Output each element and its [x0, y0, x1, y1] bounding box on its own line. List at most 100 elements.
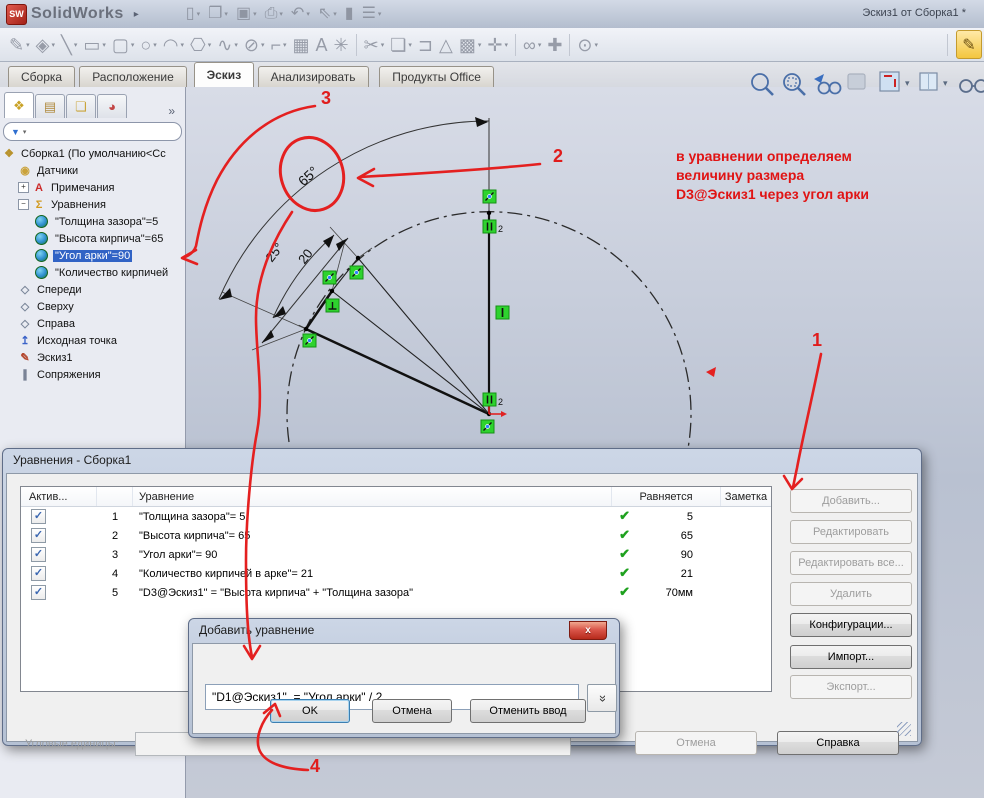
perpendicular-constraint-icon[interactable] [326, 299, 339, 312]
active-checkbox[interactable]: ✓ [31, 528, 46, 543]
tree-item[interactable]: ↥Исходная точка [0, 332, 185, 349]
save-icon[interactable]: ▣▾ [233, 4, 260, 24]
chevron-expand-button[interactable]: « [587, 684, 617, 712]
table-row[interactable]: ✓4"Количество кирпичей в арке"= 21✔21 [21, 564, 771, 583]
resize-grip[interactable] [897, 722, 911, 736]
chevron-down-icon[interactable]: ▾ [478, 41, 482, 49]
sketch-tool-icon[interactable]: ✎▾ [6, 34, 33, 56]
column-header-note[interactable]: Заметка [721, 487, 771, 506]
chevron-down-icon[interactable]: ▾ [234, 41, 238, 49]
hide-show-items-icon[interactable] [960, 80, 984, 92]
equation-cell[interactable]: "Высота кирпича"= 65✔ [133, 530, 612, 542]
eraser-icon[interactable]: ▮ [342, 4, 357, 24]
tree-item[interactable]: "Количество кирпичей [0, 264, 185, 281]
table-row[interactable]: ✓5"D3@Эскиз1" = "Высота кирпича" + "Толщ… [21, 583, 771, 602]
brick-upper-radius[interactable] [358, 258, 489, 414]
collapse-minus-icon[interactable]: − [18, 199, 29, 210]
text-tool-icon[interactable]: A [313, 34, 331, 56]
column-header-result[interactable]: Равняется [612, 487, 721, 506]
options-icon[interactable]: ☰▾ [359, 4, 385, 24]
tab-Сборка[interactable]: Сборка [8, 66, 75, 87]
convert-entities-icon[interactable]: ❏▾ [387, 34, 415, 56]
display-relations-icon[interactable]: ∞▾ [520, 34, 544, 56]
equations-dialog-titlebar[interactable]: Уравнения - Сборка1 [3, 449, 921, 471]
chevron-down-icon[interactable]: ▾ [333, 10, 337, 18]
print-icon[interactable]: ⎙▾ [262, 4, 286, 24]
tree-item[interactable]: ✎Эскиз1 [0, 349, 185, 366]
delete-button[interactable]: Удалить [790, 582, 912, 606]
equation-cell[interactable]: "D3@Эскиз1" = "Высота кирпича" + "Толщин… [133, 587, 612, 599]
spline-tool-icon[interactable]: ∿▾ [214, 34, 241, 56]
active-sketch-icon[interactable]: ✎ [956, 30, 982, 59]
chevron-down-icon[interactable]: ▾ [26, 41, 30, 49]
panel-expand-icon[interactable]: » [168, 104, 175, 118]
modal-cancel-button[interactable]: Отмена [372, 699, 452, 723]
display-style-icon[interactable] [920, 73, 937, 90]
note-balloon-icon[interactable]: △ [436, 34, 456, 56]
chevron-down-icon[interactable]: ▾ [381, 41, 385, 49]
slot-tool-icon[interactable]: ▢▾ [109, 34, 138, 56]
sketch-points[interactable] [304, 211, 491, 416]
tree-filter-input[interactable]: ▼ ▾ [3, 122, 182, 141]
chevron-down-icon[interactable]: ▾ [181, 41, 185, 49]
ok-button[interactable]: OK [270, 699, 350, 723]
new-document-icon[interactable]: ▯▾ [183, 4, 203, 24]
smart-dimension-icon[interactable]: ◈▾ [33, 34, 58, 56]
chevron-down-icon[interactable]: ▾ [51, 41, 55, 49]
equation-cell[interactable]: "Угол арки"= 90✔ [133, 549, 612, 561]
close-icon[interactable]: x [569, 621, 607, 640]
arc-tool-icon[interactable]: ◠▾ [160, 34, 187, 56]
chevron-down-icon[interactable]: ▾ [283, 41, 287, 49]
tree-item[interactable]: ∥Сопряжения [0, 366, 185, 383]
menu-arrow-icon[interactable]: ▸ [134, 9, 139, 20]
tree-item[interactable]: +AПримечания [0, 179, 185, 196]
chevron-down-icon[interactable]: ▾ [153, 41, 157, 49]
offset-entities-icon[interactable]: ⊐ [415, 34, 436, 56]
chevron-down-icon[interactable]: ▾ [943, 78, 948, 88]
column-header-index[interactable] [97, 487, 133, 506]
move-entities-icon[interactable]: ✛▾ [484, 34, 511, 56]
chevron-down-icon[interactable]: ▾ [504, 41, 508, 49]
equation-cell[interactable]: "Количество кирпичей в арке"= 21✔ [133, 568, 612, 580]
repair-sketch-icon[interactable]: ✚ [544, 34, 565, 56]
circle-tool-icon[interactable]: ○▾ [137, 34, 159, 56]
chevron-down-icon[interactable]: ▾ [279, 10, 283, 18]
configurations-button[interactable]: Конфигурации... [790, 613, 912, 637]
tree-item[interactable]: ◇Справа [0, 315, 185, 332]
chevron-down-icon[interactable]: ▾ [131, 41, 135, 49]
linear-pattern-icon[interactable]: ▩▾ [456, 34, 485, 56]
column-header-active[interactable]: Актив... [21, 487, 97, 506]
chevron-down-icon[interactable]: ▾ [595, 41, 599, 49]
chevron-down-icon[interactable]: ▾ [408, 41, 412, 49]
active-checkbox[interactable]: ✓ [31, 509, 46, 524]
filter-funnel-icon[interactable]: ▼ [11, 127, 20, 137]
chevron-down-icon[interactable]: ▾ [538, 41, 542, 49]
trim-entities-icon[interactable]: ✂▾ [361, 34, 388, 56]
export-button[interactable]: Экспорт... [790, 675, 912, 699]
polygon-tool-icon[interactable]: ⎔▾ [187, 34, 214, 56]
table-row[interactable]: ✓2"Высота кирпича"= 65✔65 [21, 526, 771, 545]
chevron-down-icon[interactable]: ▾ [74, 41, 78, 49]
point-tool-icon[interactable]: ✳ [331, 34, 352, 56]
line-tool-icon[interactable]: ╲▾ [58, 34, 80, 56]
tab-Эскиз[interactable]: Эскиз [194, 62, 255, 87]
zoom-area-icon[interactable] [784, 74, 805, 95]
chevron-down-icon[interactable]: ▾ [905, 78, 910, 88]
tree-item[interactable]: "Высота кирпича"=65 [0, 230, 185, 247]
featuremanager-tab[interactable]: ❖ [4, 92, 34, 118]
active-checkbox[interactable]: ✓ [31, 547, 46, 562]
column-header-equation[interactable]: Уравнение [133, 487, 612, 506]
chevron-down-icon[interactable]: ▾ [224, 10, 228, 18]
tree-item[interactable]: ◇Сверху [0, 298, 185, 315]
tree-item[interactable]: ◇Спереди [0, 281, 185, 298]
previous-view-icon[interactable] [814, 74, 841, 94]
tree-item[interactable]: ❖Сборка1 (По умолчанию<Сс [0, 145, 185, 162]
instant2d-icon[interactable]: ⊙▾ [574, 34, 601, 56]
chevron-down-icon[interactable]: ▾ [208, 41, 212, 49]
edit-all-button[interactable]: Редактировать все... [790, 551, 912, 575]
tree-item[interactable]: ◉Датчики [0, 162, 185, 179]
view-orientation-icon[interactable] [880, 72, 899, 91]
tree-item[interactable]: "Угол арки"=90 [0, 247, 185, 264]
vertical-constraint-icon[interactable] [496, 306, 509, 319]
active-checkbox[interactable]: ✓ [31, 566, 46, 581]
